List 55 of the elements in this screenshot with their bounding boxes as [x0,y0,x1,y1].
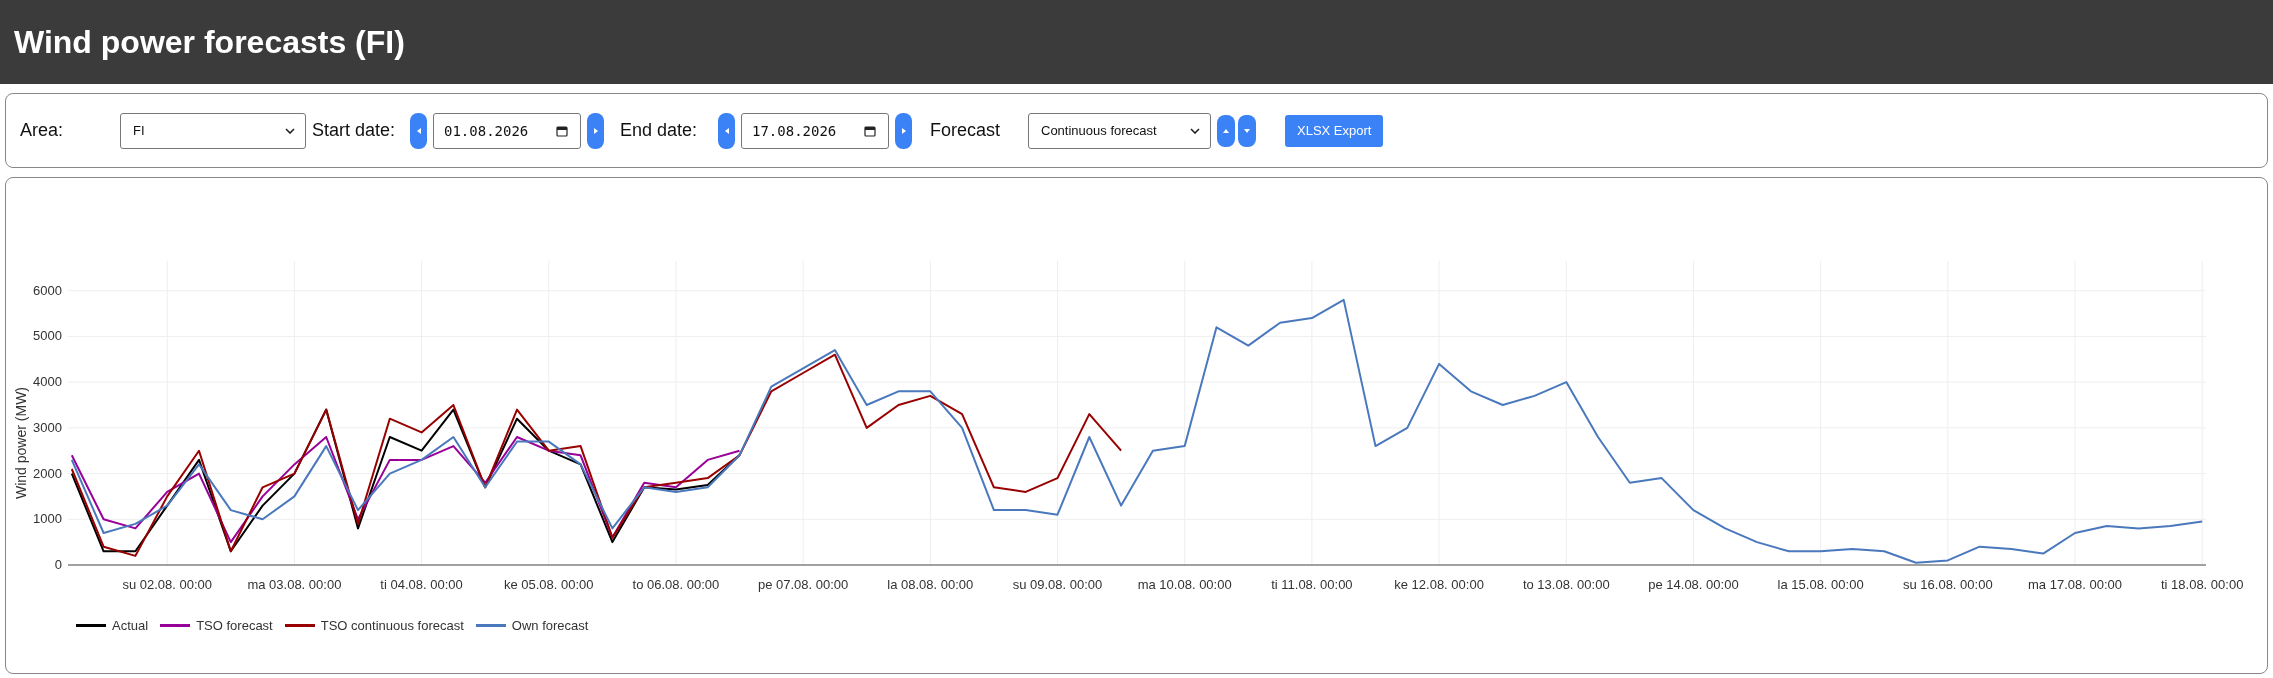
triangle-right-icon [593,127,598,134]
previous-button[interactable] [410,112,427,149]
legend-label[interactable]: Own forecast [511,618,589,633]
x-tick-label: ma 10.08. 00:00 [1137,577,1232,592]
triangle-left-icon [724,127,729,134]
x-tick-label: pe 14.08. 00:00 [1648,577,1739,592]
x-tick-label: ma 17.08. 00:00 [2028,577,2122,592]
date-field[interactable]: 01.08.2026 [433,112,581,149]
calendar-icon [556,124,568,137]
export-button[interactable]: XLSX Export [1285,114,1384,147]
triangle-down-icon [1244,128,1250,133]
x-tick-label: ke 05.08. 00:00 [503,577,594,592]
triangle-left-icon [416,127,421,134]
x-tick-label: la 15.08. 00:00 [1777,577,1864,592]
next-button[interactable] [895,112,912,149]
x-tick-label: to 13.08. 00:00 [1522,577,1610,592]
legend-label[interactable]: TSO continuous forecast [320,618,464,633]
x-tick-label: ti 11.08. 00:00 [1271,577,1353,592]
date-label: End date: [620,120,699,141]
y-tick-label: 1000 [33,511,62,527]
y-tick-label: 4000 [33,374,62,390]
y-tick-label: 6000 [33,282,62,298]
date-field[interactable]: 17.08.2026 [741,112,889,149]
x-tick-label: ti 04.08. 00:00 [380,577,463,592]
previous-button[interactable] [718,112,735,149]
x-tick-label: la 08.08. 00:00 [887,577,974,592]
triangle-up-icon [1223,128,1229,133]
chevron-down-icon [285,127,295,134]
x-tick-label: pe 07.08. 00:00 [757,577,849,592]
x-tick-label: to 06.08. 00:00 [632,577,720,592]
legend-label[interactable]: TSO forecast [196,618,273,633]
area-label: Area: [20,120,65,141]
date-label: Start date: [312,120,397,141]
calendar-icon [864,124,876,137]
up-button[interactable] [1217,114,1235,147]
forecast-select[interactable]: Continuous forecast [1028,112,1211,149]
next-button[interactable] [587,112,604,149]
x-tick-label: ti 18.08. 00:00 [2161,577,2244,592]
y-tick-label: 0 [54,557,62,572]
y-axis-title: Wind power (MW) [13,387,29,499]
y-tick-label: 5000 [33,328,62,344]
legend-label[interactable]: Actual [112,618,149,633]
x-tick-label: ma 03.08. 00:00 [247,577,342,592]
x-tick-label: su 02.08. 00:00 [122,577,213,592]
x-tick-label: ke 12.08. 00:00 [1394,577,1484,592]
forecast-label: Forecast [930,120,1002,141]
down-button[interactable] [1238,114,1256,147]
chevron-down-icon [1190,127,1200,134]
x-tick-label: su 09.08. 00:00 [1012,577,1103,592]
y-tick-label: 2000 [33,465,62,481]
area-select[interactable]: FI [120,112,306,149]
y-tick-label: 3000 [33,419,62,435]
x-tick-label: su 16.08. 00:00 [1903,577,1993,592]
triangle-right-icon [901,127,906,134]
page-title: Wind power forecasts (FI) [14,23,405,61]
